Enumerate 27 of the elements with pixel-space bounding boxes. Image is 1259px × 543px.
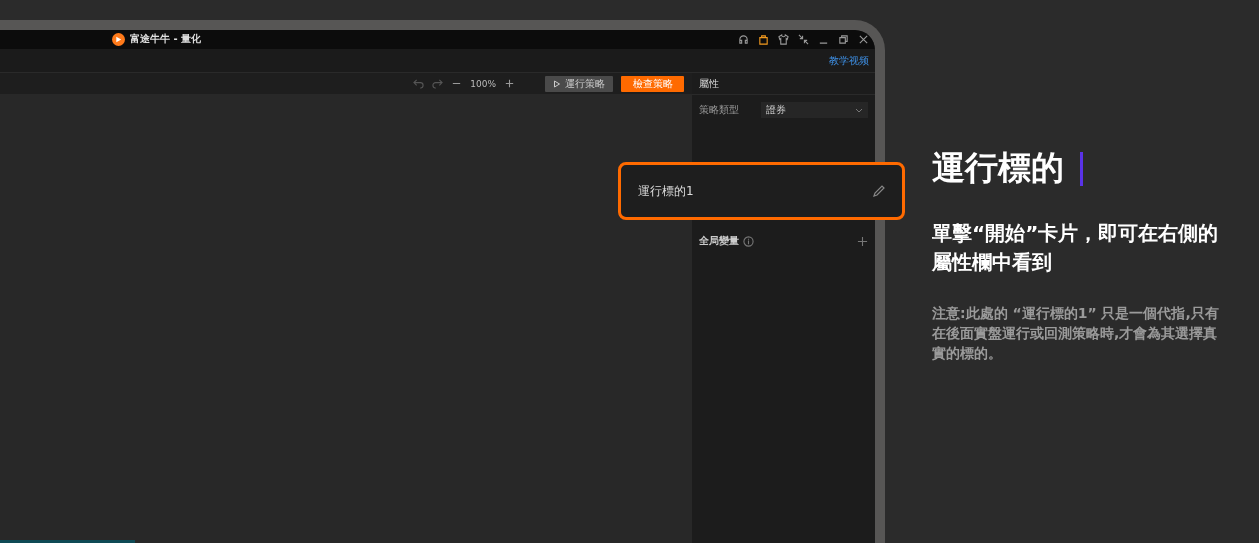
- zoom-in-icon[interactable]: [504, 78, 515, 89]
- logo-icon: [112, 32, 125, 46]
- close-icon[interactable]: [858, 34, 869, 45]
- restore-icon[interactable]: [838, 34, 849, 45]
- add-icon[interactable]: [857, 235, 868, 247]
- shirt-icon[interactable]: [778, 34, 789, 45]
- scrollbar[interactable]: [0, 540, 135, 543]
- accent-bar: [1080, 151, 1083, 186]
- headphones-icon[interactable]: [738, 34, 749, 45]
- shrink-icon[interactable]: [798, 34, 809, 45]
- play-icon: [553, 79, 561, 88]
- guide-title: 運行標的: [932, 147, 1064, 189]
- strategy-type-select[interactable]: 證券: [761, 102, 868, 118]
- zoom-level: 100%: [470, 78, 496, 89]
- run-strategy-button[interactable]: 運行策略: [545, 75, 613, 92]
- field-label: 策略類型: [699, 103, 739, 117]
- bag-icon[interactable]: [758, 34, 769, 45]
- chevron-down-icon: [855, 106, 863, 114]
- window-title: 富途牛牛 - 量化: [130, 32, 202, 46]
- info-icon[interactable]: [743, 235, 754, 247]
- panel-title: 屬性: [699, 76, 719, 91]
- guide-subtitle: 單擊“開始”卡片，即可在右側的屬性欄中看到: [932, 220, 1220, 276]
- target-field[interactable]: 運行標的1: [618, 162, 905, 220]
- section-label: 全局變量: [699, 234, 739, 248]
- pencil-icon[interactable]: [872, 184, 886, 198]
- guide-note: 注意:此處的 “運行標的1” 只是一個代指,只有在後面實盤運行或回測策略時,才會為其選擇真實的標的。: [932, 304, 1220, 363]
- tutorial-link[interactable]: 教学视频: [829, 53, 869, 68]
